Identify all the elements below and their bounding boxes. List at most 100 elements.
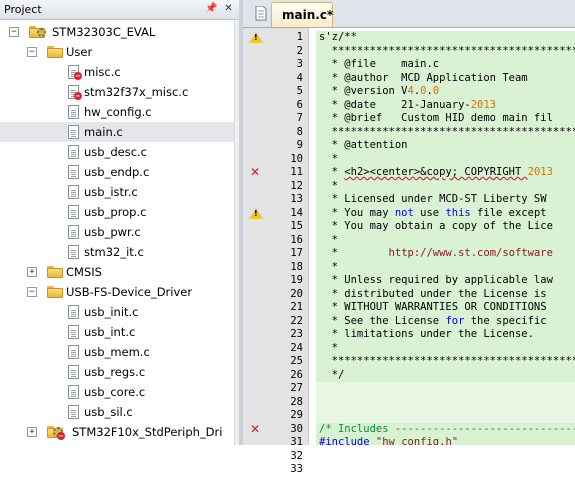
tree-item[interactable]: stm32_it.c xyxy=(0,242,234,262)
line-number: 5 xyxy=(296,85,303,97)
line-number: 8 xyxy=(296,125,303,138)
code-line: * xyxy=(319,341,338,354)
line-number: 9 xyxy=(296,139,303,151)
tree-item-label: stm32f37x_misc.c xyxy=(84,85,189,99)
c-file-icon xyxy=(68,205,79,219)
tree-item[interactable]: − STM32303C_EVAL xyxy=(0,22,234,42)
tree-item-label: usb_prop.c xyxy=(84,205,147,219)
line-number: 2 xyxy=(296,44,303,57)
tree-item-label: usb_istr.c xyxy=(84,185,138,199)
project-tree: − STM32303C_EVAL − User − misc.c − stm32f37x_mi… xyxy=(0,20,234,445)
tree-item[interactable]: main.c xyxy=(0,122,234,142)
warning-marker-icon[interactable] xyxy=(249,207,263,219)
tree-item-label: main.c xyxy=(84,125,123,139)
line-number: 31 xyxy=(290,436,303,448)
tree-item-label: USB-FS-Device_Driver xyxy=(66,285,193,299)
tree-item[interactable]: usb_regs.c xyxy=(0,362,234,382)
warning-marker-icon[interactable] xyxy=(249,32,263,43)
tree-item-label: stm32_it.c xyxy=(84,245,144,259)
file-icon xyxy=(255,6,267,21)
tree-item[interactable]: usb_desc.c xyxy=(0,142,234,162)
line-number: 16 xyxy=(290,233,303,246)
close-icon[interactable]: ✕ xyxy=(222,2,235,15)
code-line: */ xyxy=(319,368,345,381)
blank-highlight xyxy=(316,382,575,423)
code-line: * limitations under the License. xyxy=(319,328,534,340)
tree-item[interactable]: + CMSIS xyxy=(0,262,234,282)
line-number: 27 xyxy=(290,382,303,394)
line-number: 30 xyxy=(290,422,303,435)
tree-item[interactable]: usb_init.c xyxy=(0,302,234,322)
c-file-icon xyxy=(68,225,79,239)
c-file-icon xyxy=(68,125,79,139)
code-line: * xyxy=(319,152,338,165)
tree-item[interactable]: − USB-FS-Device_Driver xyxy=(0,282,234,302)
error-marker-icon[interactable]: ✕ xyxy=(250,423,261,435)
code-line: * <h2><center>&copy; COPYRIGHT 2013 xyxy=(319,166,553,178)
expand-icon[interactable]: + xyxy=(27,427,37,437)
tree-item[interactable]: usb_int.c xyxy=(0,322,234,342)
code-line: * distributed under the License is xyxy=(319,287,547,300)
tree-item-label: usb_core.c xyxy=(84,385,146,399)
collapse-icon[interactable]: − xyxy=(27,47,37,57)
code-line: * @brief Custom HID demo main fil xyxy=(319,112,553,124)
code-line: * @date 21-January-2013 xyxy=(319,98,497,111)
tree-item[interactable]: usb_mem.c xyxy=(0,342,234,362)
editor-tabbar: main.c* xyxy=(243,0,575,28)
code-line: * xyxy=(319,260,338,273)
c-file-icon xyxy=(68,325,79,339)
tree-item-label: usb_sil.c xyxy=(84,405,133,419)
line-number: 12 xyxy=(290,179,303,192)
error-marker-icon[interactable]: ✕ xyxy=(250,166,261,178)
tree-item-label: CMSIS xyxy=(66,265,102,279)
c-file-icon xyxy=(68,365,79,379)
editor-pane: main.c* 1234567891011✕121314151617181920… xyxy=(243,0,575,475)
line-number: 29 xyxy=(290,409,303,421)
expand-icon[interactable]: + xyxy=(27,267,37,277)
pin-icon[interactable]: 📌 xyxy=(205,2,218,15)
tree-item[interactable]: − stm32f37x_misc.c xyxy=(0,82,234,102)
project-pane-title: Project xyxy=(4,3,42,16)
tree-item-label: STM32303C_EVAL xyxy=(52,25,156,39)
tab-main-c[interactable]: main.c* xyxy=(271,2,333,27)
tree-item[interactable]: usb_pwr.c xyxy=(0,222,234,242)
code-line: * You may not use this file except xyxy=(319,206,547,219)
error-badge-icon: − xyxy=(57,432,65,440)
tree-item-label: hw_config.c xyxy=(84,105,152,119)
collapse-icon[interactable]: − xyxy=(9,27,19,37)
c-file-icon xyxy=(68,145,79,159)
tree-item[interactable]: usb_sil.c xyxy=(0,402,234,422)
code-line: ****************************************… xyxy=(319,355,575,367)
line-number: 20 xyxy=(290,287,303,300)
tree-item-label: misc.c xyxy=(84,65,121,79)
code-line: * Licensed under MCD-ST Liberty SW xyxy=(319,193,547,205)
code-area[interactable]: s'z/** *********************************… xyxy=(316,28,575,445)
line-number: 7 xyxy=(296,112,303,124)
tree-item[interactable]: usb_istr.c xyxy=(0,182,234,202)
tree-item[interactable]: + − STM32F10x_StdPeriph_Dri xyxy=(0,422,234,442)
collapse-icon[interactable]: − xyxy=(27,287,37,297)
tree-item[interactable]: hw_config.c xyxy=(0,102,234,122)
line-number: 28 xyxy=(290,395,303,408)
c-file-icon xyxy=(68,405,79,419)
gear-icon xyxy=(37,28,46,37)
line-number: 4 xyxy=(296,71,303,84)
line-number: 13 xyxy=(290,193,303,205)
code-line: * @attention xyxy=(319,139,408,151)
line-number: 33 xyxy=(290,463,303,475)
tree-item[interactable]: usb_core.c xyxy=(0,382,234,402)
code-line: * Unless required by applicable law xyxy=(319,274,553,286)
code-line: * http://www.st.com/software xyxy=(319,247,553,259)
c-file-icon xyxy=(68,165,79,179)
tree-item[interactable]: usb_prop.c xyxy=(0,202,234,222)
tree-item[interactable]: usb_endp.c xyxy=(0,162,234,182)
code-line: * @version V4.0.0 xyxy=(319,85,440,97)
line-number: 15 xyxy=(290,220,303,232)
tree-item-label: User xyxy=(66,45,93,59)
tab-label: main.c* xyxy=(282,8,334,22)
line-number: 18 xyxy=(290,260,303,273)
error-badge-icon: − xyxy=(74,72,82,80)
tree-item[interactable]: − User xyxy=(0,42,234,62)
line-number: 24 xyxy=(290,341,303,354)
tree-item[interactable]: − misc.c xyxy=(0,62,234,82)
